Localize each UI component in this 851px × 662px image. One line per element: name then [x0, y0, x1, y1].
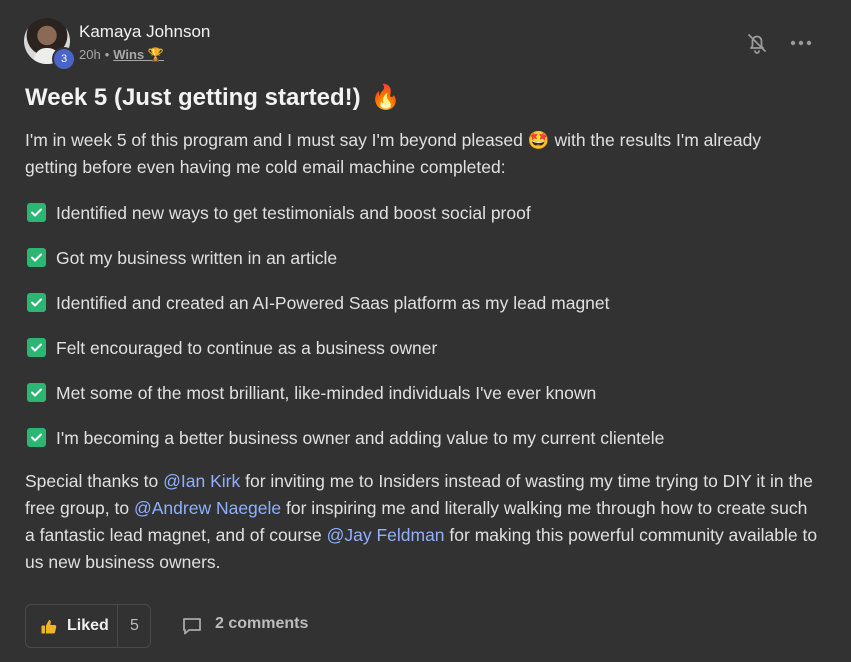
checklist-item: Identified and created an AI-Powered Saa… — [25, 290, 610, 316]
post-intro: I'm in week 5 of this program and I must… — [25, 127, 815, 181]
mention-andrew-naegele[interactable]: @Andrew Naegele — [134, 498, 281, 518]
thumbs-up-icon — [40, 618, 58, 641]
like-control: Liked 5 — [25, 604, 151, 648]
checklist-item-text: Identified new ways to get testimonials … — [56, 203, 531, 223]
checklist-item-text: Identified and created an AI-Powered Saa… — [56, 293, 610, 313]
checklist-item: Felt encouraged to continue as a busines… — [25, 335, 437, 361]
bell-off-icon[interactable] — [745, 31, 769, 55]
checklist-item: I'm becoming a better business owner and… — [25, 425, 664, 451]
category-link[interactable]: Wins 🏆 — [113, 47, 164, 62]
like-count[interactable]: 5 — [130, 617, 139, 635]
post-time: 20h — [79, 47, 101, 62]
checkmark-icon — [27, 428, 46, 447]
checkmark-icon — [27, 293, 46, 312]
thanks-text: Special thanks to — [25, 471, 159, 491]
post-card: 3 Kamaya Johnson 20h • Wins 🏆 Week 5 (Just… — [0, 0, 851, 662]
checklist-item-text: Met some of the most brilliant, like-min… — [56, 383, 597, 403]
checkmark-icon — [27, 248, 46, 267]
author-name[interactable]: Kamaya Johnson — [79, 22, 210, 42]
comments-label: 2 comments — [215, 615, 309, 632]
like-button[interactable]: Liked — [26, 605, 118, 647]
post-title: Week 5 (Just getting started!) 🔥 — [25, 83, 401, 112]
thanks-paragraph: Special thanks to @Ian Kirk for inviting… — [25, 468, 820, 576]
more-options-icon[interactable] — [787, 31, 815, 55]
checkmark-icon — [27, 338, 46, 357]
checkmark-icon — [27, 203, 46, 222]
intro-text-start: I'm in week 5 of this program and I must… — [25, 130, 523, 150]
checklist-item: Met some of the most brilliant, like-min… — [25, 380, 596, 406]
checkmark-icon — [27, 383, 46, 402]
checklist-item-text: Felt encouraged to continue as a busines… — [56, 338, 438, 358]
checklist-item-text: I'm becoming a better business owner and… — [56, 428, 665, 448]
checklist-item-text: Got my business written in an article — [56, 248, 338, 268]
like-label: Liked — [67, 617, 109, 634]
checklist-item: Identified new ways to get testimonials … — [25, 200, 531, 226]
comment-icon — [183, 618, 201, 635]
avatar[interactable]: 3 — [24, 18, 76, 71]
fire-emoji: 🔥 — [370, 84, 401, 111]
post-title-text: Week 5 (Just getting started!) — [25, 84, 361, 111]
meta-separator: • — [104, 47, 110, 62]
mention-ian-kirk[interactable]: @Ian Kirk — [163, 471, 240, 491]
star-struck-emoji: 🤩 — [527, 130, 550, 150]
level-badge: 3 — [52, 47, 76, 71]
mention-jay-feldman[interactable]: @Jay Feldman — [327, 525, 445, 545]
checklist-item: Got my business written in an article — [25, 245, 337, 271]
post-meta: 20h • Wins 🏆 — [79, 47, 164, 63]
